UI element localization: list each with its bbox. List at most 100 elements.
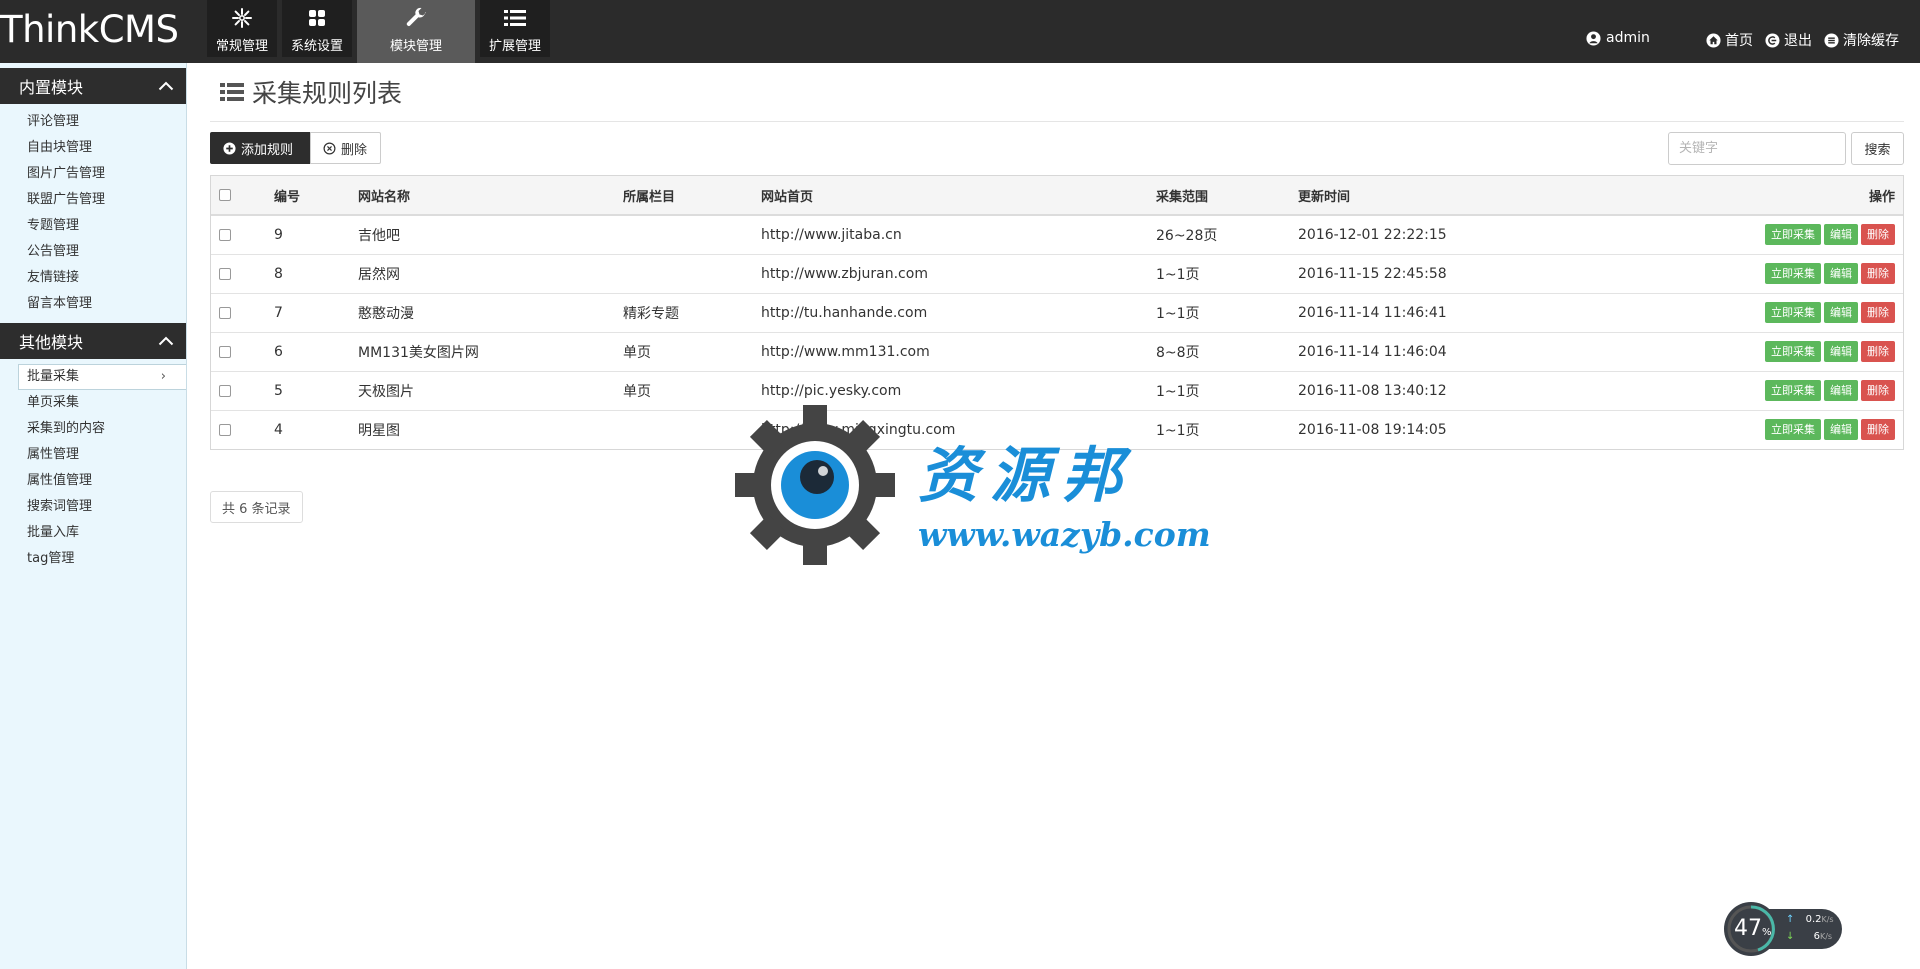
chevron-up-icon [158, 81, 174, 91]
row-checkbox[interactable] [219, 306, 231, 319]
collect-now-button[interactable]: 立即采集 [1765, 419, 1821, 441]
sidebar-item[interactable]: 专题管理 [0, 213, 186, 239]
chevron-up-icon [158, 336, 174, 346]
user-icon [1586, 30, 1601, 46]
sidebar-item[interactable]: 属性管理 [0, 442, 186, 468]
sidebar-group-title: 其他模块 [19, 333, 84, 352]
cell-updated: 2016-11-15 22:45:58 [1298, 265, 1447, 282]
row-checkbox[interactable] [219, 345, 231, 358]
cell-actions: 立即采集 编辑 删除 [1598, 254, 1903, 293]
close-circle-icon [323, 142, 336, 154]
sidebar-item[interactable]: 图片广告管理 [0, 161, 186, 187]
nav-item-label: 系统设置 [290, 39, 343, 54]
collect-now-button[interactable]: 立即采集 [1765, 263, 1821, 284]
cell-updated: 2016-11-08 13:40:12 [1298, 382, 1447, 399]
delete-button[interactable]: 删除 [310, 132, 381, 164]
cell-actions: 立即采集 编辑 删除 [1598, 410, 1903, 449]
delete-row-button[interactable]: 删除 [1861, 263, 1895, 284]
network-percent: 47 [1734, 916, 1762, 941]
collect-now-button[interactable]: 立即采集 [1765, 302, 1821, 323]
sidebar-item[interactable]: 搜索词管理 [0, 494, 186, 520]
logout-link[interactable]: 退出 [1765, 30, 1812, 50]
nav-item-modules[interactable]: 模块管理 [357, 0, 475, 63]
edit-button[interactable]: 编辑 [1824, 302, 1858, 323]
home-link[interactable]: 首页 [1706, 30, 1753, 50]
cell-name: 憨憨动漫 [358, 305, 414, 322]
add-rule-label: 添加规则 [241, 142, 294, 158]
watermark-title: 资源邦 [918, 441, 1134, 511]
cell-name: 吉他吧 [358, 227, 400, 244]
logout-label: 退出 [1784, 33, 1812, 49]
sidebar-item[interactable]: 评论管理 [0, 109, 186, 135]
sidebar-group-builtin[interactable]: 内置模块 [0, 68, 186, 104]
sidebar-item[interactable]: 公告管理 [0, 239, 186, 265]
network-percent-unit: % [1762, 927, 1772, 938]
cell-column [623, 215, 761, 254]
delete-row-button[interactable]: 删除 [1861, 224, 1895, 246]
delete-row-button[interactable]: 删除 [1861, 341, 1895, 362]
clear-cache-label: 清除缓存 [1843, 33, 1899, 49]
sidebar-item[interactable]: 友情链接 [0, 265, 186, 291]
sidebar-item[interactable]: tag管理 [0, 546, 186, 572]
cell-updated: 2016-11-14 11:46:41 [1298, 304, 1447, 321]
network-unit: K/s [1819, 932, 1833, 941]
sidebar-item[interactable]: 自由块管理 [0, 135, 186, 161]
cell-range: 26~28页 [1156, 227, 1218, 244]
sidebar-item[interactable]: 联盟广告管理 [0, 187, 186, 213]
sidebar: 内置模块 评论管理 自由块管理 图片广告管理 联盟广告管理 专题管理 公告管理 … [0, 63, 187, 969]
search-input[interactable] [1668, 132, 1846, 165]
collect-now-button[interactable]: 立即采集 [1765, 341, 1821, 362]
search-button[interactable]: 搜索 [1851, 132, 1904, 165]
nav-item-general[interactable]: 常规管理 [207, 0, 277, 57]
list-icon [504, 7, 526, 29]
app-logo: ThinkCMS [0, 8, 179, 51]
sidebar-item[interactable]: 留言本管理 [0, 291, 186, 317]
add-rule-button[interactable]: 添加规则 [210, 132, 310, 164]
table-row: 9 吉他吧 http://www.jitaba.cn 26~28页 2016-1… [211, 215, 1903, 254]
delete-row-button[interactable]: 删除 [1861, 419, 1895, 441]
cell-actions: 立即采集 编辑 删除 [1598, 215, 1903, 254]
cell-range: 1~1页 [1156, 266, 1200, 283]
sidebar-item[interactable]: 单页采集 [0, 390, 186, 416]
nav-item-system[interactable]: 系统设置 [282, 0, 352, 57]
collect-now-button[interactable]: 立即采集 [1765, 224, 1821, 246]
select-all-checkbox[interactable] [219, 189, 231, 201]
row-checkbox[interactable] [219, 423, 231, 436]
network-unit: K/s [1821, 915, 1834, 924]
nav-item-extensions[interactable]: 扩展管理 [480, 0, 550, 57]
cell-updated: 2016-11-08 19:14:05 [1298, 421, 1447, 438]
edit-button[interactable]: 编辑 [1824, 341, 1858, 362]
cell-column: 精彩专题 [623, 305, 679, 322]
main-content: 采集规则列表 添加规则 删除 搜索 编号 网站名称 所属栏目 网站首页 采集范围 [210, 63, 1904, 523]
cell-url: http://www.jitaba.cn [761, 226, 902, 243]
sidebar-list-builtin: 评论管理 自由块管理 图片广告管理 联盟广告管理 专题管理 公告管理 友情链接 … [0, 104, 186, 323]
row-checkbox[interactable] [219, 384, 231, 397]
edit-button[interactable]: 编辑 [1824, 263, 1858, 284]
network-speed-widget[interactable]: 47% ↑ 0.2K/s ↓ 6K/s [1724, 902, 1844, 956]
sidebar-item[interactable]: 采集到的内容 [0, 416, 186, 442]
cell-name: MM131美女图片网 [358, 344, 479, 361]
sidebar-item-active[interactable]: 批量采集 › [18, 364, 186, 390]
row-checkbox[interactable] [219, 267, 231, 280]
user-menu[interactable]: admin [1586, 30, 1650, 46]
row-checkbox[interactable] [219, 228, 231, 241]
column-header: 更新时间 [1298, 176, 1598, 216]
network-up: 0.2 [1805, 914, 1822, 925]
snowflake-icon [231, 7, 253, 29]
edit-button[interactable]: 编辑 [1824, 380, 1858, 401]
column-header: 网站首页 [761, 176, 1156, 216]
cache-icon [1824, 32, 1839, 48]
edit-button[interactable]: 编辑 [1824, 419, 1858, 441]
collect-now-button[interactable]: 立即采集 [1765, 380, 1821, 401]
delete-row-button[interactable]: 删除 [1861, 380, 1895, 401]
cell-name: 居然网 [358, 266, 400, 283]
sidebar-item[interactable]: 属性值管理 [0, 468, 186, 494]
clear-cache-link[interactable]: 清除缓存 [1824, 30, 1899, 50]
edit-button[interactable]: 编辑 [1824, 224, 1858, 246]
delete-row-button[interactable]: 删除 [1861, 302, 1895, 323]
sidebar-group-other[interactable]: 其他模块 [0, 323, 186, 359]
sidebar-item[interactable]: 批量入库 [0, 520, 186, 546]
sidebar-item-label: 批量采集 [27, 369, 80, 384]
table-row: 8 居然网 http://www.zbjuran.com 1~1页 2016-1… [211, 254, 1903, 293]
wrench-icon [404, 7, 428, 29]
